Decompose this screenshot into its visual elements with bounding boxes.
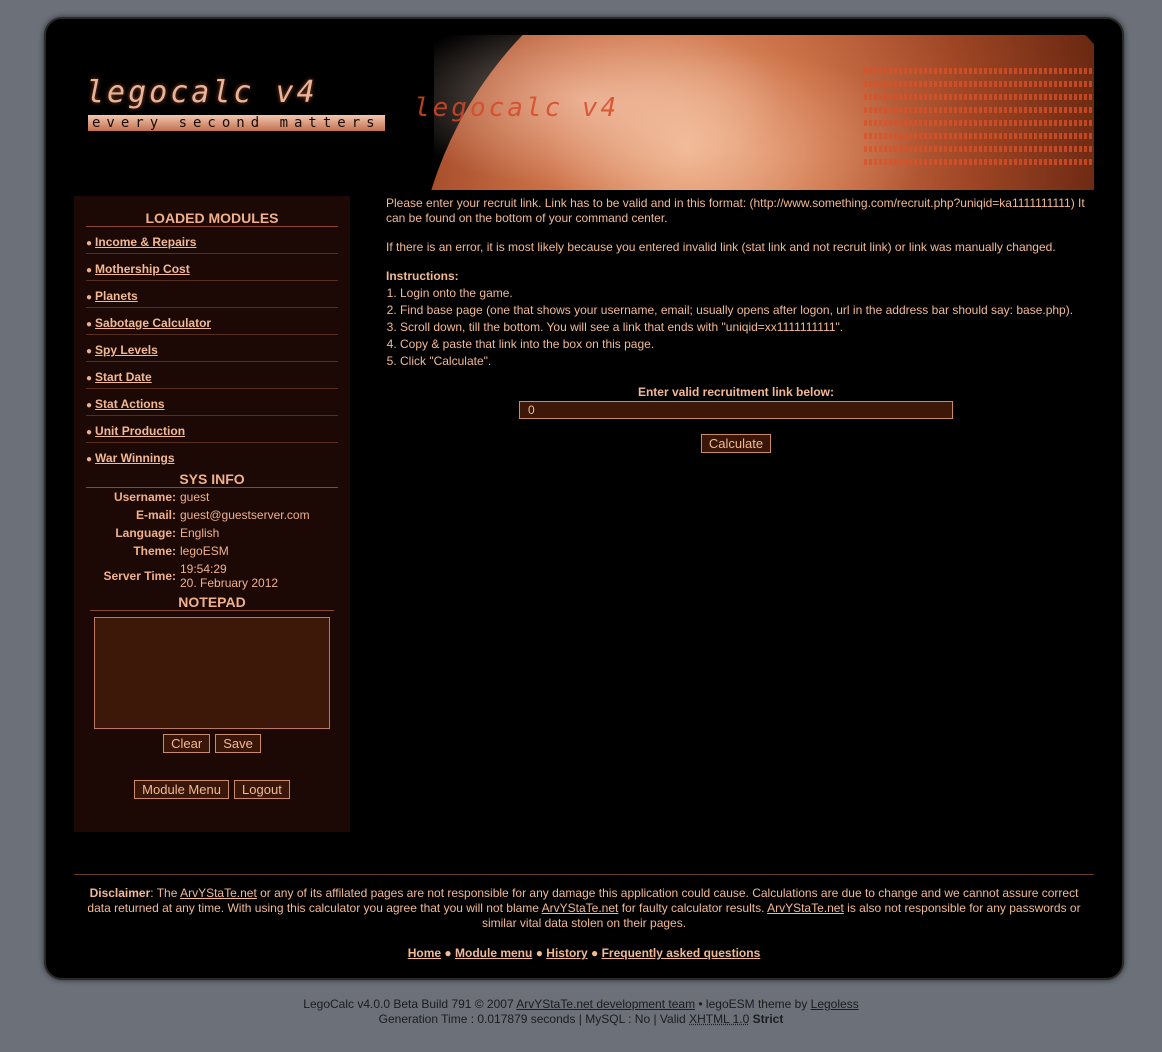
module-link-start-date[interactable]: Start Date bbox=[95, 370, 152, 384]
module-item: ● Mothership Cost bbox=[86, 254, 338, 281]
credits: LegoCalc v4.0.0 Beta Build 791 © 2007 Ar… bbox=[0, 997, 1162, 1027]
error-note: If there is an error, it is most likely … bbox=[386, 240, 1056, 254]
module-link-sabotage-calculator[interactable]: Sabotage Calculator bbox=[95, 316, 211, 330]
instruction-step: Scroll down, till the bottom. You will s… bbox=[400, 320, 1086, 335]
module-link-mothership-cost[interactable]: Mothership Cost bbox=[95, 262, 190, 276]
intro-text: Please enter your recruit link. Link has… bbox=[386, 196, 1085, 225]
tagline: every second matters bbox=[88, 115, 385, 131]
footer-divider bbox=[74, 874, 1094, 875]
site-link[interactable]: ArvYStaTe.net bbox=[767, 901, 844, 915]
instruction-step: Find base page (one that shows your user… bbox=[400, 303, 1086, 318]
logo: legocalc v4 bbox=[86, 75, 318, 110]
separator-icon: ● bbox=[535, 946, 543, 960]
module-item: ● Sabotage Calculator bbox=[86, 308, 338, 335]
dev-team-link[interactable]: ArvYStaTe.net development team bbox=[516, 997, 695, 1011]
language-label: Language: bbox=[115, 526, 176, 540]
site-link[interactable]: ArvYStaTe.net bbox=[542, 901, 619, 915]
nav-history-link[interactable]: History bbox=[546, 946, 587, 960]
separator-icon: ● bbox=[444, 946, 452, 960]
instruction-step: Click "Calculate". bbox=[400, 354, 1086, 369]
server-time-label: Server Time: bbox=[103, 569, 177, 583]
bullet-icon: ● bbox=[86, 373, 93, 384]
module-link-war-winnings[interactable]: War Winnings bbox=[95, 451, 174, 465]
module-menu-button[interactable]: Module Menu bbox=[134, 780, 229, 799]
ghost-logo: legocalc v4 bbox=[414, 93, 620, 123]
language-value: English bbox=[180, 526, 220, 540]
divider bbox=[90, 610, 334, 611]
main-content: Please enter your recruit link. Link has… bbox=[386, 196, 1086, 453]
bullet-icon: ● bbox=[86, 454, 93, 465]
disclaimer-label: Disclaimer bbox=[89, 886, 151, 900]
bullet-icon: ● bbox=[86, 265, 93, 276]
username-label: Username: bbox=[113, 490, 176, 504]
module-item: ● Unit Production bbox=[86, 416, 338, 443]
nav-module-menu-link[interactable]: Module menu bbox=[455, 946, 532, 960]
credits-text: Generation Time : 0.017879 seconds | MyS… bbox=[378, 1012, 690, 1026]
credits-line-2: Generation Time : 0.017879 seconds | MyS… bbox=[0, 1012, 1162, 1027]
bullet-icon: ● bbox=[86, 238, 93, 249]
separator-icon: ● bbox=[590, 946, 599, 960]
disclaimer: Disclaimer: The ArvYStaTe.net or any of … bbox=[80, 886, 1088, 931]
instruction-step: Login onto the game. bbox=[400, 286, 1086, 301]
modules-title: LOADED MODULES bbox=[145, 210, 279, 226]
recruit-input-label: Enter valid recruitment link below: bbox=[637, 385, 835, 399]
module-item: ● Start Date bbox=[86, 362, 338, 389]
server-time-value: 19:54:29 20. February 2012 bbox=[178, 560, 350, 592]
sidebar-bottom-buttons: Module Menu Logout bbox=[74, 779, 350, 799]
recruit-link-input[interactable] bbox=[519, 401, 953, 419]
module-item: ● Planets bbox=[86, 281, 338, 308]
bullet-icon: ● bbox=[86, 346, 93, 357]
email-value: guest@guestserver.com bbox=[180, 508, 310, 522]
logout-button[interactable]: Logout bbox=[234, 780, 290, 799]
module-link-income-repairs[interactable]: Income & Repairs bbox=[95, 235, 196, 249]
module-link-unit-production[interactable]: Unit Production bbox=[95, 424, 185, 438]
module-item: ● Spy Levels bbox=[86, 335, 338, 362]
credits-text: • legoESM theme by bbox=[695, 997, 811, 1011]
module-list: ● Income & Repairs ● Mothership Cost ● Plan… bbox=[74, 227, 350, 469]
notepad-textarea[interactable] bbox=[94, 617, 330, 729]
server-date: 20. February 2012 bbox=[180, 576, 279, 590]
xhtml-link[interactable]: XHTML 1.0 bbox=[689, 1012, 749, 1026]
calculate-button[interactable]: Calculate bbox=[700, 434, 772, 453]
credits-text: LegoCalc v4.0.0 Beta Build 791 © 2007 bbox=[303, 997, 517, 1011]
module-item: ● Income & Repairs bbox=[86, 227, 338, 254]
username-value: guest bbox=[180, 490, 210, 504]
module-item: ● War Winnings bbox=[86, 443, 338, 469]
bullet-icon: ● bbox=[86, 427, 93, 438]
nav-faq-link[interactable]: Frequently asked questions bbox=[602, 946, 761, 960]
header-banner: legocalc v4 every second matters legocal… bbox=[74, 35, 1094, 190]
disclaimer-text: : The bbox=[150, 886, 181, 900]
instruction-step: Copy & paste that link into the box on t… bbox=[400, 337, 1086, 352]
bullet-icon: ● bbox=[86, 319, 93, 330]
site-link[interactable]: ArvYStaTe.net bbox=[180, 886, 257, 900]
module-link-stat-actions[interactable]: Stat Actions bbox=[95, 397, 165, 411]
nav-home-link[interactable]: Home bbox=[408, 946, 441, 960]
theme-value: legoESM bbox=[180, 544, 229, 558]
theme-label: Theme: bbox=[133, 544, 176, 558]
instructions-list: Login onto the game. Find base page (one… bbox=[386, 286, 1086, 369]
email-label: E-mail: bbox=[135, 508, 176, 522]
disclaimer-text: for faulty calculator results. bbox=[618, 901, 768, 915]
module-item: ● Stat Actions bbox=[86, 389, 338, 416]
sysinfo-title: SYS INFO bbox=[179, 471, 245, 487]
footer-nav: Home ● Module menu ● History ● Frequentl… bbox=[80, 946, 1088, 960]
bullet-icon: ● bbox=[86, 400, 93, 411]
bullet-icon: ● bbox=[86, 292, 93, 303]
theme-author-link[interactable]: Legoless bbox=[811, 997, 859, 1011]
recruit-input-wrap bbox=[386, 401, 1086, 419]
sysinfo-table: Username: guest E-mail: guest@guestserver.… bbox=[74, 488, 350, 592]
clear-button[interactable]: Clear bbox=[163, 734, 211, 753]
server-time: 19:54:29 bbox=[180, 562, 227, 576]
strict-label: Strict bbox=[752, 1012, 784, 1026]
instructions-title: Instructions: bbox=[386, 269, 459, 283]
module-link-planets[interactable]: Planets bbox=[95, 289, 138, 303]
notepad-buttons: Clear Save bbox=[74, 733, 350, 753]
module-link-spy-levels[interactable]: Spy Levels bbox=[95, 343, 158, 357]
credits-line-1: LegoCalc v4.0.0 Beta Build 791 © 2007 Ar… bbox=[0, 997, 1162, 1012]
notepad-title: NOTEPAD bbox=[178, 594, 246, 610]
calculate-wrap: Calculate bbox=[386, 434, 1086, 453]
decorative-glyphs bbox=[864, 65, 1094, 165]
save-button[interactable]: Save bbox=[215, 734, 261, 753]
sidebar: LOADED MODULES ● Income & Repairs ● Mother… bbox=[74, 196, 350, 832]
